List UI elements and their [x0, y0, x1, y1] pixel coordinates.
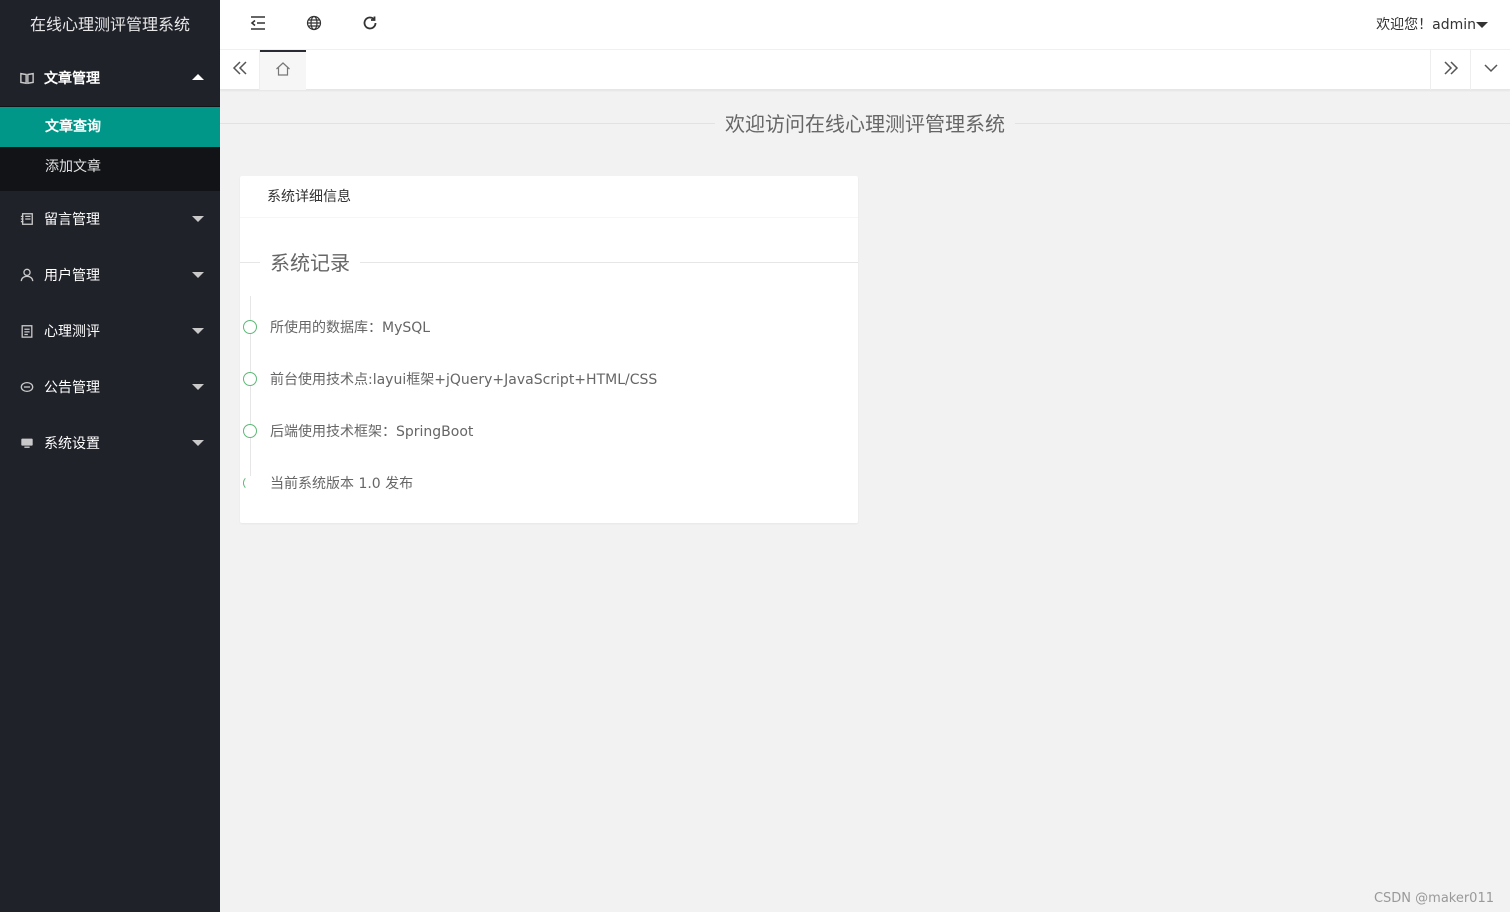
nav-message-management-header[interactable]: 留言管理: [0, 191, 220, 247]
sub-item-article-query[interactable]: 文章查询: [0, 107, 220, 147]
nav-label: 心理测评: [44, 324, 100, 340]
globe-icon: [305, 14, 323, 36]
clipboard-icon: [20, 324, 34, 338]
tab-scroll-right-button[interactable]: [1430, 50, 1470, 90]
caret-down-icon[interactable]: [1476, 22, 1488, 28]
caret-down-icon: [192, 272, 204, 278]
refresh-icon: [361, 14, 379, 36]
nav-announcement-management-header[interactable]: 公告管理: [0, 359, 220, 415]
caret-down-icon: [192, 216, 204, 222]
user-menu[interactable]: 欢迎您！admin: [1376, 0, 1476, 50]
caret-down-icon: [192, 384, 204, 390]
home-icon: [275, 61, 291, 81]
timeline-text: 所使用的数据库：MySQL: [270, 320, 431, 336]
book-icon: [20, 71, 34, 85]
nav-label: 留言管理: [44, 212, 100, 228]
legend-title: 系统记录: [260, 248, 360, 278]
timeline-dot-icon: [243, 372, 257, 386]
chevron-down-icon: [1482, 59, 1500, 81]
timeline-text: 后端使用技术框架：SpringBoot: [270, 424, 474, 440]
nav-system-settings: 系统设置: [0, 415, 220, 471]
timeline-dot-icon: [243, 424, 257, 438]
timeline-text: 当前系统版本 1.0 发布: [270, 476, 414, 492]
welcome-title: 欢迎访问在线心理测评管理系统: [715, 109, 1015, 139]
nav-system-settings-header[interactable]: 系统设置: [0, 415, 220, 471]
nav-psych-test-header[interactable]: 心理测评: [0, 303, 220, 359]
nav-user-management: 用户管理: [0, 247, 220, 303]
nav-psych-test: 心理测评: [0, 303, 220, 359]
nav-label: 公告管理: [44, 380, 100, 396]
tab-bar: [220, 50, 1510, 90]
nav-message-management: 留言管理: [0, 191, 220, 247]
nav-label: 用户管理: [44, 268, 100, 284]
app-logo-title[interactable]: 在线心理测评管理系统: [0, 0, 220, 50]
tab-scroll-left-button[interactable]: [220, 50, 260, 90]
timeline-dot-icon: [243, 320, 257, 334]
timeline-text: 前台使用技术点:layui框架+jQuery+JavaScript+HTML/C…: [270, 372, 658, 388]
nav-announcement-management: 公告管理: [0, 359, 220, 415]
notebook-icon: [20, 212, 34, 226]
sidebar: 在线心理测评管理系统 文章管理 文章查询 添加文章 留言管理 用户管理 心理测评…: [0, 0, 220, 912]
user-icon: [20, 268, 34, 282]
nav-label: 文章管理: [44, 71, 100, 87]
timeline-dot-icon: [243, 476, 257, 490]
nav-user-management-header[interactable]: 用户管理: [0, 247, 220, 303]
chat-icon: [20, 380, 34, 394]
menu-toggle-button[interactable]: [230, 0, 286, 50]
tab-options-button[interactable]: [1470, 50, 1510, 90]
nav-article-management-header[interactable]: 文章管理: [0, 50, 220, 106]
subnav-article: 文章查询 添加文章: [0, 106, 220, 191]
card-title: 系统详细信息: [240, 176, 858, 218]
caret-down-icon: [192, 440, 204, 446]
caret-up-icon: [192, 74, 204, 80]
welcome-banner: 欢迎访问在线心理测评管理系统: [220, 109, 1510, 139]
sub-item-add-article[interactable]: 添加文章: [0, 147, 220, 187]
app: 在线心理测评管理系统 文章管理 文章查询 添加文章 留言管理 用户管理 心理测评…: [0, 0, 1510, 912]
watermark: CSDN @maker011: [1373, 891, 1494, 906]
system-info-card: 系统详细信息 系统记录 所使用的数据库：MySQL 前台使用技术点:layui框…: [240, 176, 858, 523]
website-button[interactable]: [286, 0, 342, 50]
nav-article-management: 文章管理 文章查询 添加文章: [0, 50, 220, 191]
refresh-button[interactable]: [342, 0, 398, 50]
nav-label: 系统设置: [44, 436, 100, 452]
system-log-legend: 系统记录: [240, 248, 858, 278]
caret-down-icon: [192, 328, 204, 334]
monitor-icon: [20, 436, 34, 450]
tab-home[interactable]: [260, 50, 306, 90]
main-content: 欢迎访问在线心理测评管理系统 系统详细信息 系统记录 所使用的数据库：MySQL…: [220, 91, 1510, 912]
menu-toggle-icon: [249, 14, 267, 36]
double-chevron-right-icon: [1442, 59, 1460, 81]
double-chevron-left-icon: [231, 59, 249, 81]
top-header: 欢迎您！admin: [220, 0, 1510, 50]
